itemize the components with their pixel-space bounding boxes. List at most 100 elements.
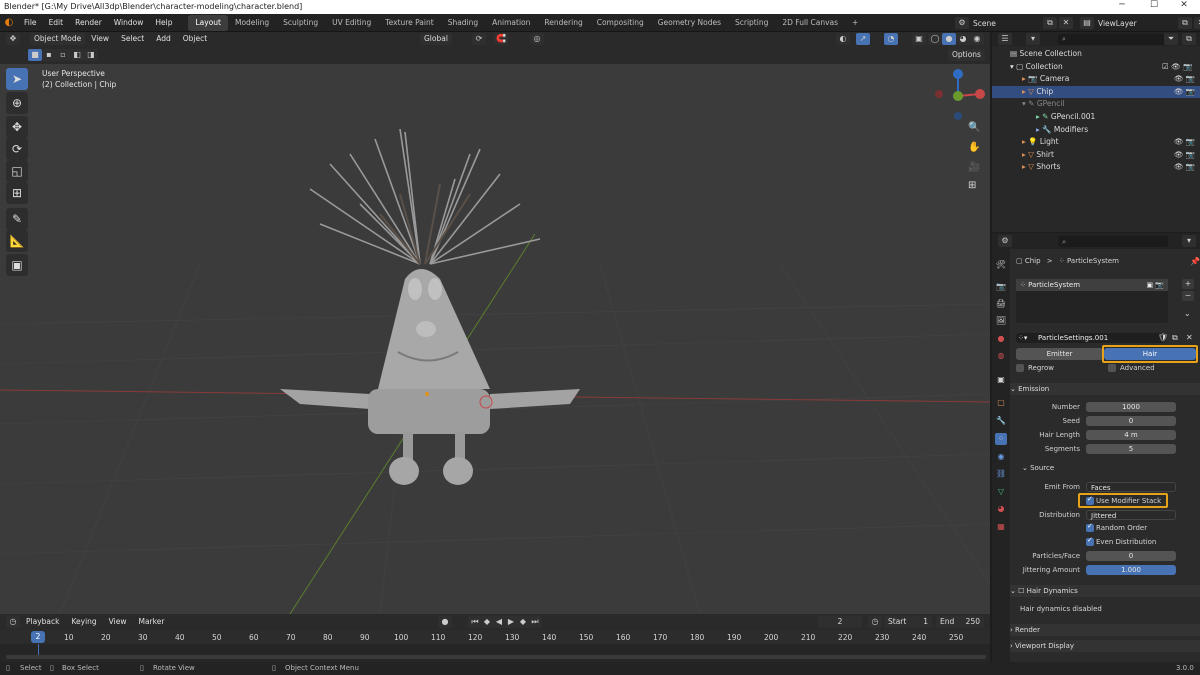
collection-tab-icon[interactable]: ▣ [995, 374, 1007, 386]
distribution-dropdown[interactable]: Jittered [1086, 510, 1176, 520]
menu-help[interactable]: Help [149, 14, 178, 32]
material-tab-icon[interactable]: ◕ [995, 503, 1007, 515]
perspective-toggle-icon[interactable]: ⊞ [968, 180, 976, 191]
advanced-checkbox[interactable] [1108, 364, 1116, 372]
timeline-menu-view[interactable]: View [103, 614, 133, 630]
tab-texture-paint[interactable]: Texture Paint [378, 15, 440, 31]
select-subtract-icon[interactable]: ▫ [56, 49, 70, 61]
unlink-settings-icon[interactable]: ✕ [1186, 333, 1193, 342]
delete-viewlayer-icon[interactable]: ✕ [1194, 17, 1200, 29]
rendered-shading-icon[interactable]: ◉ [970, 33, 984, 45]
navigation-gizmo[interactable] [935, 69, 985, 120]
shorts-visibility-icon[interactable]: 👁 📷 [1174, 161, 1195, 174]
outliner-item-light[interactable]: ▸ 💡 Light 👁 📷 [992, 136, 1200, 149]
modifiers-tab-icon[interactable]: 🔧 [995, 415, 1007, 427]
zoom-view-icon[interactable]: 🔍 [968, 122, 980, 133]
preview-range-icon[interactable]: ◷ [868, 616, 882, 628]
snap-icon[interactable]: 🧲 [494, 33, 508, 45]
jump-end-icon[interactable]: ⏭ [528, 616, 542, 628]
emission-panel-header[interactable]: ⌄ Emission [1010, 383, 1200, 395]
overlay-icon[interactable]: ◔ [884, 33, 898, 45]
world-tab-icon[interactable]: ◍ [995, 350, 1007, 362]
new-scene-icon[interactable]: ⧉ [1043, 17, 1057, 29]
particles-per-face-field[interactable]: 0 [1086, 551, 1176, 561]
outliner-search-icon[interactable]: ⌕ [1058, 33, 1168, 45]
proportional-edit-icon[interactable]: ◎ [530, 33, 544, 45]
add-particle-system-icon[interactable]: + [1182, 279, 1194, 289]
delete-scene-icon[interactable]: ✕ [1059, 17, 1073, 29]
tool-tab-icon[interactable]: 🛠 [995, 259, 1007, 271]
jittering-amount-field[interactable]: 1.000 [1086, 565, 1176, 575]
blender-logo-icon[interactable]: ◐ [0, 17, 18, 28]
data-tab-icon[interactable]: ▽ [995, 486, 1007, 498]
segments-field[interactable]: 5 [1086, 444, 1176, 454]
view-layer-tab-icon[interactable]: 🖼 [995, 315, 1007, 327]
hair-length-field[interactable]: 4 m [1086, 430, 1176, 440]
tab-geometry-nodes[interactable]: Geometry Nodes [651, 15, 728, 31]
menu-render[interactable]: Render [69, 14, 108, 32]
select-tool-icon[interactable]: ➤ [6, 68, 28, 90]
texture-tab-icon[interactable]: ▦ [995, 521, 1007, 533]
list-item-visibility-icon[interactable]: ▣ 📷 [1146, 279, 1164, 291]
end-frame-field[interactable]: End 250 [936, 616, 984, 628]
tab-shading[interactable]: Shading [441, 15, 485, 31]
gizmo-icon[interactable]: ↗ [856, 33, 870, 45]
options-dropdown[interactable]: Options [948, 49, 985, 61]
viewport-menu-view[interactable]: View [85, 32, 115, 46]
particle-system-list-item[interactable]: ⁘ ParticleSystem ▣ 📷 [1016, 279, 1168, 291]
particles-tab-icon[interactable]: ⁘ [995, 433, 1007, 445]
pivot-icon[interactable]: ⟳ [472, 33, 486, 45]
outliner-item-collection[interactable]: ▾ ▢ Collection ☑ 👁 📷 [992, 61, 1200, 74]
outliner-item-gpencil[interactable]: ▾ ✎ GPencil [992, 98, 1200, 111]
emit-from-dropdown[interactable]: Faces [1086, 482, 1176, 492]
tab-2d-full-canvas[interactable]: 2D Full Canvas [775, 15, 845, 31]
close-window-button[interactable]: ✕ [1170, 0, 1198, 14]
random-order-checkbox[interactable] [1086, 522, 1094, 532]
3d-viewport[interactable]: User Perspective (2) Collection | Chip ➤… [0, 64, 990, 614]
hair-dynamics-panel-header[interactable]: ⌄ ☐ Hair Dynamics [1010, 585, 1200, 597]
measure-tool-icon[interactable]: 📐 [6, 230, 28, 252]
viewport-menu-add[interactable]: Add [150, 32, 177, 46]
regrow-checkbox[interactable] [1016, 364, 1024, 372]
select-intersect-icon[interactable]: ◨ [84, 49, 98, 61]
editor-type-icon[interactable]: ✥ [6, 33, 20, 45]
annotate-tool-icon[interactable]: ✎ [6, 208, 28, 230]
source-panel-header[interactable]: ⌄ Source [1022, 462, 1200, 474]
properties-options-icon[interactable]: ▾ [1182, 235, 1196, 247]
fake-user-shield-icon[interactable]: 🛡 [1158, 333, 1168, 342]
viewlayer-selector[interactable]: ▤ ViewLayer ⧉ ✕ [1080, 16, 1200, 30]
outliner-item-gpencil001[interactable]: ▸ ✎ GPencil.001 [992, 111, 1200, 124]
particle-settings-field[interactable]: ⁘▾ ParticleSettings.001 [1016, 333, 1166, 343]
outliner-scene-collection[interactable]: ▤ Scene Collection [992, 48, 1200, 61]
select-new-icon[interactable]: ■ [28, 49, 42, 61]
seed-field[interactable]: 0 [1086, 416, 1176, 426]
tab-sculpting[interactable]: Sculpting [276, 15, 325, 31]
xray-icon[interactable]: ▣ [912, 33, 926, 45]
render-panel-header[interactable]: › Render [1010, 624, 1200, 636]
playhead[interactable]: 2 [31, 631, 45, 643]
properties-search-icon[interactable]: ⌕ [1058, 235, 1168, 247]
character-chip[interactable] [280, 269, 580, 485]
rotate-tool-icon[interactable]: ⟳ [6, 138, 28, 160]
viewport-menu-select[interactable]: Select [115, 32, 150, 46]
start-frame-field[interactable]: Start 1 [884, 616, 932, 628]
render-tab-icon[interactable]: 📷 [995, 281, 1007, 293]
material-shading-icon[interactable]: ◕ [956, 33, 970, 45]
physics-tab-icon[interactable]: ◉ [995, 451, 1007, 463]
remove-particle-system-icon[interactable]: − [1182, 291, 1194, 301]
even-distribution-checkbox[interactable] [1086, 536, 1094, 546]
wireframe-shading-icon[interactable]: ◯ [928, 33, 942, 45]
duplicate-settings-icon[interactable]: ⧉ [1172, 333, 1178, 343]
collection-visibility-icon[interactable]: ☑ 👁 📷 [1162, 61, 1192, 74]
constraints-tab-icon[interactable]: ⛓ [995, 468, 1007, 480]
tab-compositing[interactable]: Compositing [590, 15, 651, 31]
cursor-tool-icon[interactable]: ⊕ [6, 92, 28, 114]
menu-edit[interactable]: Edit [43, 14, 70, 32]
timeline-menu-playback[interactable]: Playback [20, 614, 65, 630]
mode-dropdown[interactable]: Object Mode [30, 33, 86, 45]
pin-icon[interactable]: 📌 [1190, 257, 1200, 266]
particle-system-list[interactable]: ⁘ ParticleSystem ▣ 📷 [1016, 279, 1168, 323]
type-emitter-button[interactable]: Emitter [1016, 348, 1103, 360]
viewport-menu-object[interactable]: Object [177, 32, 213, 46]
tab-rendering[interactable]: Rendering [537, 15, 589, 31]
